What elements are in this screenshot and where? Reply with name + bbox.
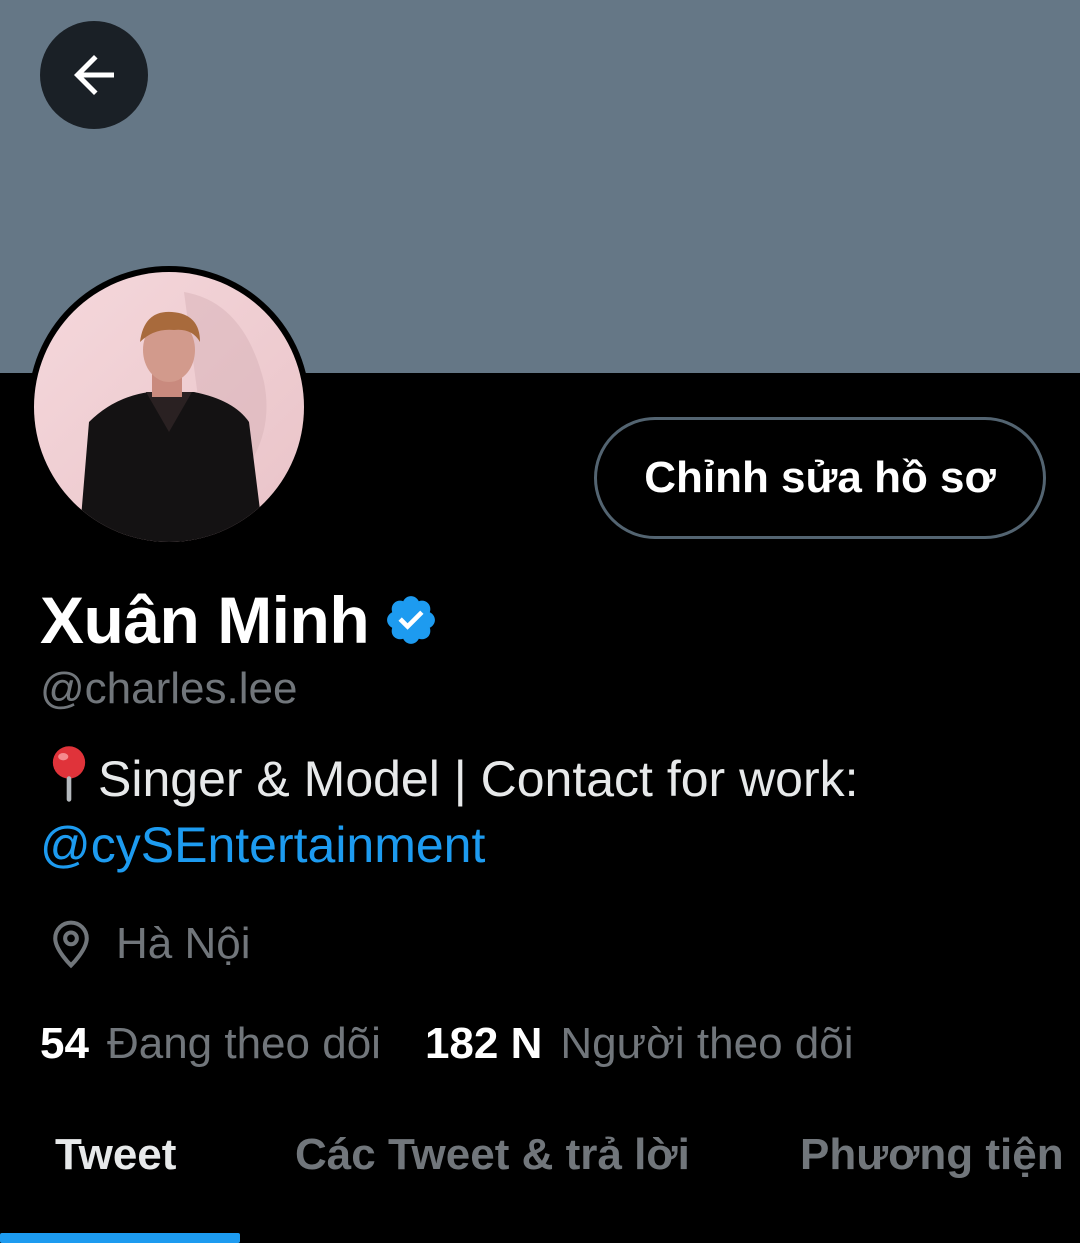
location-row: Hà Nội xyxy=(44,912,251,976)
followers-link[interactable]: 182 N Người theo dõi xyxy=(425,1019,854,1069)
edit-profile-button[interactable]: Chỉnh sửa hồ sơ xyxy=(594,417,1046,539)
following-label: Đang theo dõi xyxy=(106,1019,381,1068)
follow-stats: 54 Đang theo dõi 182 N Người theo dõi xyxy=(40,1012,854,1076)
avatar[interactable] xyxy=(28,266,310,548)
followers-count: 182 N xyxy=(424,1019,543,1068)
following-link[interactable]: 54 Đang theo dõi xyxy=(40,1019,381,1069)
tab-media[interactable]: Phương tiện xyxy=(800,1130,1064,1180)
profile-tabs: Tweet Các Tweet & trả lời Phương tiện xyxy=(0,1100,1080,1243)
following-count: 54 xyxy=(40,1019,89,1068)
bio: Singer & Model | Contact for work: @cySE… xyxy=(40,744,1050,878)
user-handle: @charles.lee xyxy=(40,664,298,713)
bio-mention-link[interactable]: @cySEntertainment xyxy=(40,817,485,873)
arrow-left-icon xyxy=(74,55,114,95)
bio-text: Singer & Model | Contact for work: xyxy=(98,751,859,807)
location-text: Hà Nội xyxy=(116,919,251,968)
pushpin-icon xyxy=(52,746,86,802)
avatar-photo xyxy=(34,272,304,542)
tab-tweets[interactable]: Tweet xyxy=(55,1130,176,1180)
followers-label: Người theo dõi xyxy=(560,1019,854,1068)
location-pin-icon xyxy=(53,920,89,969)
tab-tweets-and-replies[interactable]: Các Tweet & trả lời xyxy=(295,1130,690,1180)
verified-badge-icon xyxy=(387,596,436,644)
active-tab-indicator xyxy=(0,1233,240,1243)
profile-page: Chỉnh sửa hồ sơ Xuân Minh @charles.lee S… xyxy=(0,0,1080,1243)
back-button[interactable] xyxy=(40,21,148,129)
display-name: Xuân Minh xyxy=(40,583,370,657)
display-name-row: Xuân Minh xyxy=(40,578,439,662)
